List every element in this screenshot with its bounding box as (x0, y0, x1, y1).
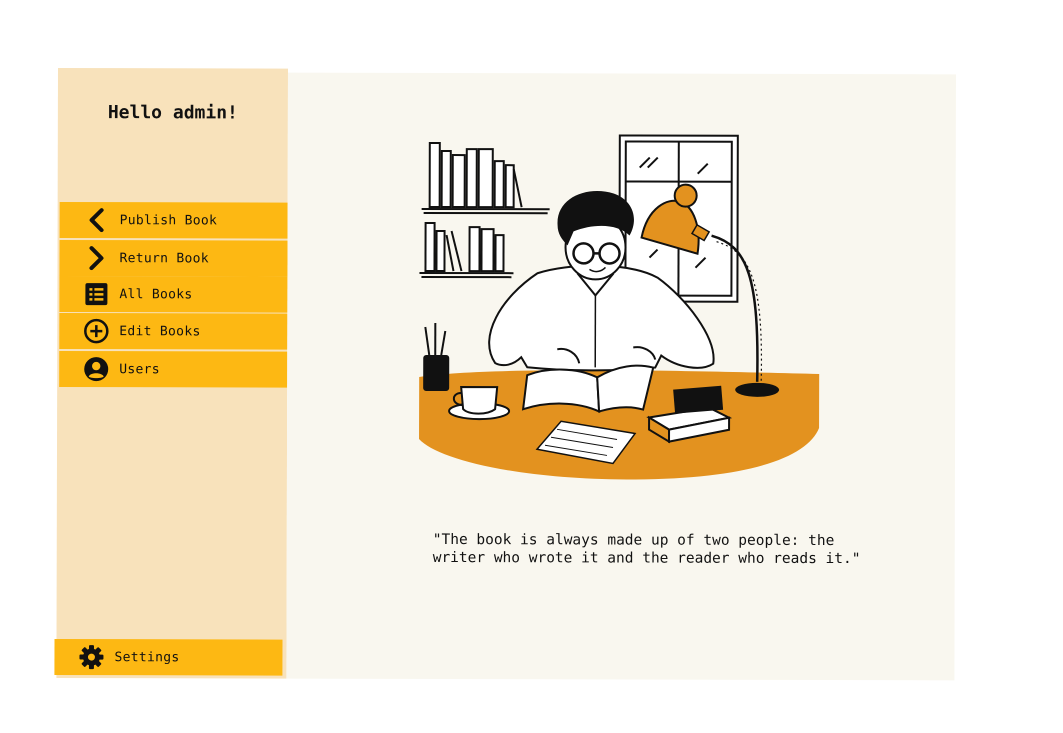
sidebar-item-label: Publish Book (119, 212, 218, 228)
chevron-left-icon (84, 208, 110, 233)
sidebar-item-all-books[interactable]: All Books (59, 276, 288, 313)
sidebar-item-label: All Books (119, 286, 193, 302)
sidebar-item-edit-books[interactable]: Edit Books (59, 313, 288, 350)
sidebar-item-label: Edit Books (119, 323, 201, 339)
reading-illustration (419, 134, 820, 480)
book-quote: "The book is always made up of two peopl… (432, 531, 861, 568)
sidebar-item-return-book[interactable]: Return Book (59, 240, 288, 277)
main-content: "The book is always made up of two peopl… (286, 72, 956, 681)
list-icon (83, 282, 109, 306)
sidebar-item-settings[interactable]: Settings (54, 638, 283, 676)
app-frame: Hello admin! Publish Book Return Book Al… (54, 68, 958, 681)
user-icon (83, 357, 109, 382)
add-circle-icon (83, 318, 109, 344)
chevron-right-icon (83, 246, 109, 271)
sidebar: Hello admin! Publish Book Return Book Al… (54, 68, 288, 679)
sidebar-item-label: Return Book (119, 250, 209, 266)
sidebar-item-label: Settings (114, 649, 180, 665)
gear-icon (78, 645, 104, 670)
sidebar-item-label: Users (119, 361, 160, 377)
sidebar-item-users[interactable]: Users (59, 351, 288, 388)
sidebar-item-publish-book[interactable]: Publish Book (59, 202, 288, 239)
greeting-title: Hello admin! (107, 102, 238, 124)
